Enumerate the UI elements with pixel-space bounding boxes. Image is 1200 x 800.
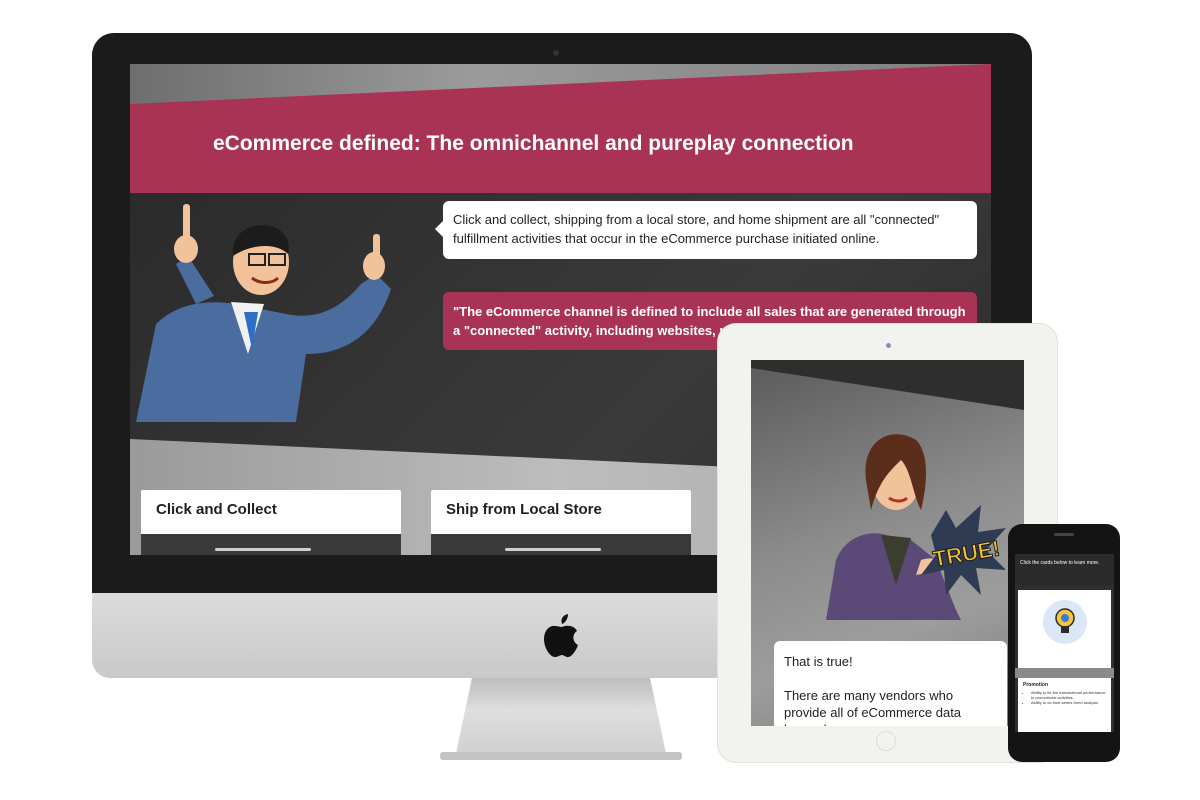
info-speech-bubble: Click and collect, shipping from a local… [435, 201, 977, 259]
phone-screen: Click the cards below to learn more. Pro… [1015, 554, 1114, 732]
phone-header: Click the cards below to learn more. [1015, 554, 1114, 586]
lightbulb-icon [1043, 600, 1087, 644]
phone-card-promotion[interactable]: Promotion Ability to tie the transaction… [1018, 678, 1111, 732]
tablet-speech-bubble: That is true! There are many vendors who… [774, 641, 1007, 726]
card-click-and-collect[interactable]: Click and Collect [141, 490, 401, 555]
device-mockup-stage: eCommerce defined: The omnichannel and p… [0, 0, 1200, 800]
imac-stand-foot [440, 752, 682, 760]
phone-card-lightbulb[interactable] [1018, 590, 1111, 668]
phone-photo-strip [1015, 668, 1114, 678]
camera-icon [553, 50, 559, 56]
camera-icon [886, 343, 891, 348]
card-image-area [141, 534, 401, 555]
page-title: eCommerce defined: The omnichannel and p… [213, 132, 854, 155]
card-title: Ship from Local Store [446, 501, 602, 518]
tablet-screen: TRUE! That is true! There are many vendo… [751, 360, 1024, 726]
apple-logo-icon [544, 614, 578, 658]
card-title: Click and Collect [156, 501, 277, 518]
businessman-illustration [136, 204, 391, 422]
card-image-area [431, 534, 691, 555]
phone-card-bullets: Ability to tie the transactional perform… [1031, 690, 1106, 705]
phone-instructions: Click the cards below to learn more. [1020, 560, 1100, 566]
tablet-bubble-line-2: There are many vendors who provide all o… [784, 688, 962, 726]
phone-card-title: Promotion [1023, 682, 1048, 688]
info-bubble-text: Click and collect, shipping from a local… [453, 212, 940, 246]
list-item: Ability to do time-series trend analysis [1031, 700, 1106, 705]
tablet-bubble-line-1: That is true! [784, 654, 853, 669]
list-item: Ability to tie the transactional perform… [1031, 690, 1106, 700]
speaker-grille [1054, 533, 1074, 536]
imac-stand [455, 678, 667, 758]
businesswoman-illustration: TRUE! [826, 434, 1006, 620]
card-ship-from-local-store[interactable]: Ship from Local Store [431, 490, 691, 555]
home-button[interactable] [876, 731, 896, 751]
